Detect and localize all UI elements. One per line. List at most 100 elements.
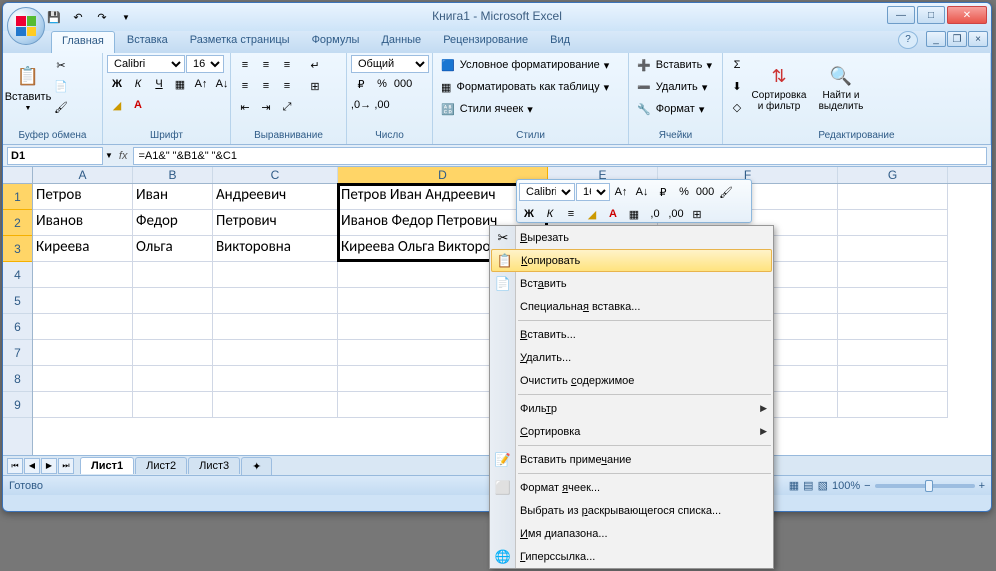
paste-button[interactable]: 📋 Вставить ▼ [7, 55, 49, 121]
align-left[interactable]: ≡ [235, 76, 255, 96]
tab-home[interactable]: Главная [51, 31, 115, 53]
context-item[interactable]: 📝Вставить примечание [490, 448, 773, 471]
save-button[interactable]: 💾 [43, 6, 65, 28]
context-item[interactable]: 📄Вставить [490, 272, 773, 295]
redo-button[interactable]: ↷ [91, 6, 113, 28]
context-item[interactable]: Удалить... [490, 346, 773, 369]
cell[interactable] [838, 340, 948, 366]
cell[interactable]: Петрович [213, 210, 338, 236]
row-header-9[interactable]: 9 [3, 392, 32, 418]
cell[interactable] [838, 314, 948, 340]
name-box[interactable]: D1 [7, 147, 103, 165]
indent-dec[interactable]: ⇤ [235, 97, 255, 117]
mini-bold[interactable]: Ж [519, 204, 539, 224]
context-item[interactable]: Выбрать из раскрывающегося списка... [490, 499, 773, 522]
cell[interactable] [838, 184, 948, 210]
zoom-slider[interactable] [875, 484, 975, 488]
mini-dec-dec[interactable]: ,00 [666, 204, 686, 224]
sheet-tab-3[interactable]: Лист3 [188, 457, 240, 474]
cell[interactable] [33, 392, 133, 418]
sheet-tab-2[interactable]: Лист2 [135, 457, 187, 474]
mini-comma[interactable]: 000 [695, 182, 715, 202]
formula-input[interactable]: =A1&" "&B1&" "&C1 [133, 147, 987, 165]
format-cells-button[interactable]: 🔧 Формат ▾ [633, 99, 708, 119]
cell[interactable] [213, 340, 338, 366]
cell[interactable] [33, 288, 133, 314]
cell[interactable] [133, 262, 213, 288]
cell[interactable] [33, 366, 133, 392]
zoom-in-button[interactable]: + [979, 480, 985, 492]
cell[interactable] [838, 236, 948, 262]
new-sheet-button[interactable]: ✦ [241, 457, 272, 475]
close-button[interactable]: ✕ [947, 6, 987, 24]
cell[interactable]: Андреевич [213, 184, 338, 210]
mdi-restore[interactable]: ❐ [947, 31, 967, 47]
mdi-minimize[interactable]: _ [926, 31, 946, 47]
cell[interactable] [33, 262, 133, 288]
cell[interactable] [213, 262, 338, 288]
cell[interactable] [33, 340, 133, 366]
cut-button[interactable]: ✂ [51, 55, 71, 75]
mini-percent[interactable]: % [674, 182, 694, 202]
row-header-6[interactable]: 6 [3, 314, 32, 340]
zoom-thumb[interactable] [925, 480, 933, 492]
cond-format-button[interactable]: 🟦 Условное форматирование ▾ [437, 55, 613, 75]
number-format-select[interactable]: Общий [351, 55, 429, 73]
font-name-select[interactable]: Calibri [107, 55, 185, 73]
minimize-button[interactable]: — [887, 6, 915, 24]
currency-button[interactable]: ₽ [351, 74, 371, 94]
cell[interactable] [213, 392, 338, 418]
format-painter-button[interactable]: 🖌 [51, 97, 71, 117]
sort-filter-button[interactable]: ⇅ Сортировка и фильтр [749, 55, 809, 121]
col-header-G[interactable]: G [838, 167, 948, 183]
align-top[interactable]: ≡ [235, 55, 255, 75]
sheet-last[interactable]: ⏭ [58, 458, 74, 474]
delete-cells-button[interactable]: ➖ Удалить ▾ [633, 77, 711, 97]
autosum-button[interactable]: Σ [727, 55, 747, 75]
context-item[interactable]: Имя диапазона... [490, 522, 773, 545]
row-header-5[interactable]: 5 [3, 288, 32, 314]
insert-cells-button[interactable]: ➕ Вставить ▾ [633, 55, 716, 75]
cell[interactable] [133, 288, 213, 314]
cell[interactable] [838, 262, 948, 288]
align-middle[interactable]: ≡ [256, 55, 276, 75]
cell[interactable]: Киреева [33, 236, 133, 262]
context-item[interactable]: Специальная вставка... [490, 295, 773, 318]
mini-inc-dec[interactable]: ,0 [645, 204, 665, 224]
row-header-8[interactable]: 8 [3, 366, 32, 392]
mini-font-color[interactable]: A [603, 204, 623, 224]
mini-brush[interactable]: 🖌 [716, 182, 736, 202]
cell[interactable]: Петров [33, 184, 133, 210]
sheet-next[interactable]: ▶ [41, 458, 57, 474]
cell[interactable]: Иван [133, 184, 213, 210]
tab-pagelayout[interactable]: Разметка страницы [180, 31, 300, 53]
view-layout-icon[interactable]: ▤ [803, 479, 813, 492]
align-right[interactable]: ≡ [277, 76, 297, 96]
cell[interactable]: Викторовна [213, 236, 338, 262]
bold-button[interactable]: Ж [107, 74, 127, 94]
mini-font-select[interactable]: Calibri [519, 183, 575, 201]
cell[interactable] [838, 366, 948, 392]
underline-button[interactable]: Ч [149, 74, 169, 94]
row-header-3[interactable]: 3 [3, 236, 32, 262]
mini-italic[interactable]: К [540, 204, 560, 224]
context-item[interactable]: Сортировка▶ [490, 420, 773, 443]
row-header-7[interactable]: 7 [3, 340, 32, 366]
font-size-select[interactable]: 16 [186, 55, 224, 73]
shrink-font-button[interactable]: A↓ [212, 74, 232, 94]
cell[interactable] [838, 392, 948, 418]
merge-button[interactable]: ⊞ [305, 76, 325, 96]
qat-customize[interactable]: ▼ [115, 6, 137, 28]
orientation[interactable]: ⤢ [277, 97, 297, 117]
view-break-icon[interactable]: ▧ [818, 479, 828, 492]
border-button[interactable]: ▦ [170, 74, 190, 94]
table-format-button[interactable]: ▦ Форматировать как таблицу ▾ [437, 77, 613, 97]
cell[interactable] [838, 288, 948, 314]
find-select-button[interactable]: 🔍 Найти и выделить [811, 55, 871, 121]
cell-styles-button[interactable]: 🔠 Стили ячеек ▾ [437, 99, 537, 119]
mini-grow-font[interactable]: A↑ [611, 182, 631, 202]
context-item[interactable]: 📋Копировать [491, 249, 772, 272]
sheet-first[interactable]: ⏮ [7, 458, 23, 474]
font-color-button[interactable]: A [128, 95, 148, 115]
grow-font-button[interactable]: A↑ [191, 74, 211, 94]
